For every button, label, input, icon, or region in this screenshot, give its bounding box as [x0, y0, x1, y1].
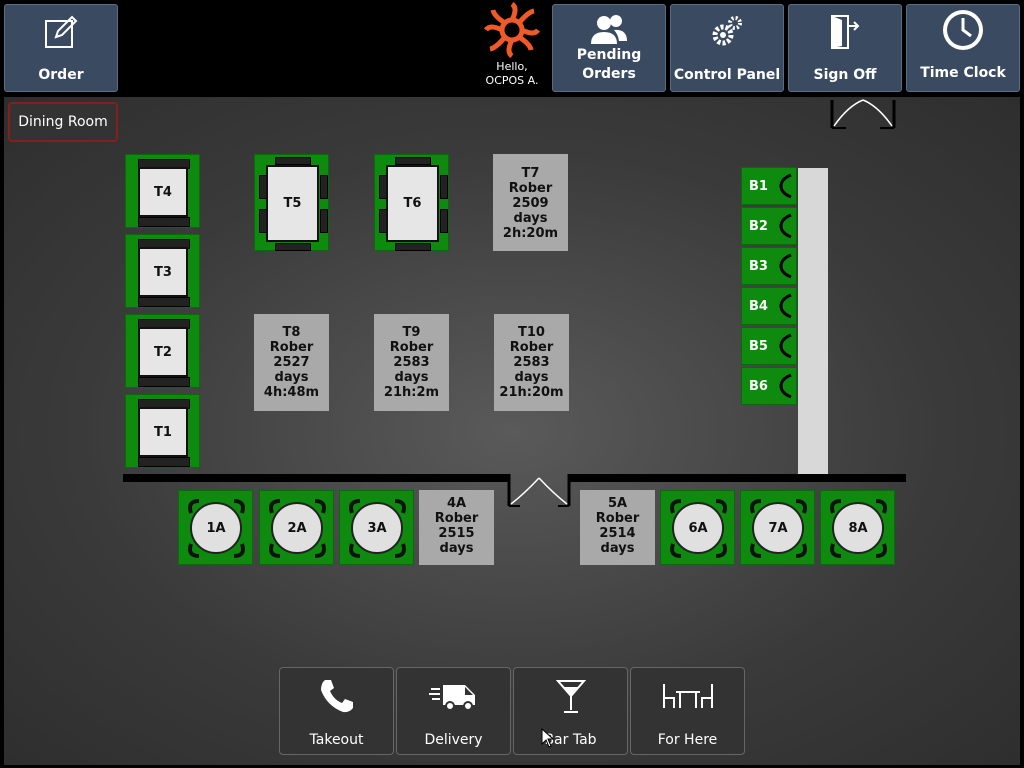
table-t4[interactable]: T4	[125, 154, 200, 228]
for-here-label: For Here	[657, 732, 718, 748]
table-3a[interactable]: 3A	[339, 490, 414, 565]
time-clock-label: Time Clock	[920, 65, 1006, 81]
order-button[interactable]: Order	[4, 4, 118, 92]
pending-orders-button[interactable]: Pending Orders	[552, 4, 666, 92]
bar-seat-b5[interactable]: B5	[741, 327, 797, 365]
bar-seat-b6[interactable]: B6	[741, 367, 797, 405]
bar-seat-b2[interactable]: B2	[741, 207, 797, 245]
clock-icon	[907, 10, 1019, 50]
stool-icon	[779, 173, 792, 199]
table-t5[interactable]: T5	[254, 154, 329, 251]
users-icon	[553, 11, 665, 49]
bar-tab-label: Bar Tab	[544, 732, 597, 748]
table-7a[interactable]: 7A	[740, 490, 815, 565]
stool-icon	[779, 213, 792, 239]
table-2a[interactable]: 2A	[259, 490, 334, 565]
bar-seat-b1[interactable]: B1	[741, 167, 797, 205]
exit-door-icon	[789, 13, 901, 51]
mouse-cursor-icon	[541, 728, 555, 748]
stool-icon	[779, 373, 792, 399]
table-t10[interactable]: T10 Rober 2583 days 21h:20m	[494, 314, 569, 411]
pending-orders-label: Pending Orders	[576, 47, 642, 82]
bar-seat-b4[interactable]: B4	[741, 287, 797, 325]
takeout-label: Takeout	[309, 732, 364, 748]
table-t7[interactable]: T7 Rober 2509 days 2h:20m	[493, 154, 568, 251]
dining-room-tab[interactable]: Dining Room	[8, 102, 118, 142]
greeting-text: Hello, OCPOS A.	[485, 60, 539, 87]
order-label: Order	[38, 67, 84, 83]
top-bar: Order Hello, OCPOS A. Pending Orders Con…	[0, 0, 1024, 96]
time-clock-button[interactable]: Time Clock	[906, 4, 1020, 92]
edit-icon	[5, 13, 117, 51]
gears-icon	[671, 13, 783, 51]
delivery-button[interactable]: Delivery	[396, 667, 511, 755]
stool-icon	[779, 333, 792, 359]
wall-right	[568, 474, 906, 482]
control-panel-button[interactable]: Control Panel	[670, 4, 784, 92]
stool-icon	[779, 293, 792, 319]
for-here-button[interactable]: For Here	[630, 667, 745, 755]
table-1a[interactable]: 1A	[178, 490, 253, 565]
table-t1[interactable]: T1	[125, 394, 200, 468]
table-4a[interactable]: 4A Rober 2515 days	[419, 490, 494, 565]
dining-table-icon	[631, 674, 744, 718]
sign-off-label: Sign Off	[813, 67, 877, 83]
door-icon	[830, 99, 896, 129]
table-t6[interactable]: T6	[374, 154, 449, 251]
wall-left	[123, 474, 509, 482]
phone-icon	[280, 674, 393, 718]
delivery-van-icon	[397, 674, 510, 718]
logo-icon	[483, 1, 541, 59]
table-t9[interactable]: T9 Rober 2583 days 21h:2m	[374, 314, 449, 411]
ocpos-logo: Hello, OCPOS A.	[483, 1, 541, 92]
bar-counter	[798, 168, 828, 474]
table-6a[interactable]: 6A	[660, 490, 735, 565]
sign-off-button[interactable]: Sign Off	[788, 4, 902, 92]
takeout-button[interactable]: Takeout	[279, 667, 394, 755]
control-panel-label: Control Panel	[673, 67, 781, 83]
table-t2[interactable]: T2	[125, 314, 200, 388]
stool-icon	[779, 253, 792, 279]
table-t8[interactable]: T8 Rober 2527 days 4h:48m	[254, 314, 329, 411]
door-icon	[507, 474, 571, 507]
table-t3[interactable]: T3	[125, 234, 200, 308]
table-8a[interactable]: 8A	[820, 490, 895, 565]
bar-tab-button[interactable]: Bar Tab	[513, 667, 628, 755]
table-5a[interactable]: 5A Rober 2514 days	[580, 490, 655, 565]
cocktail-icon	[514, 674, 627, 718]
delivery-label: Delivery	[424, 732, 483, 748]
bar-seat-b3[interactable]: B3	[741, 247, 797, 285]
